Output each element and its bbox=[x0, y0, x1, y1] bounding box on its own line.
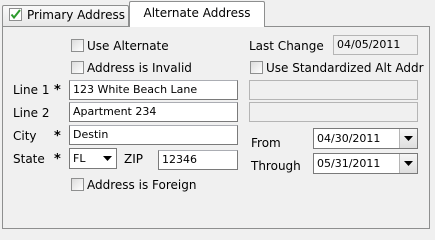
line1-label: Line 1 bbox=[13, 83, 50, 97]
from-label: From bbox=[251, 136, 281, 150]
state-required-marker: * bbox=[54, 152, 61, 167]
line1-input[interactable]: 123 White Beach Lane bbox=[69, 80, 238, 100]
state-dropdown-button[interactable] bbox=[99, 149, 116, 168]
tab-strip: Primary Address Alternate Address bbox=[0, 0, 435, 27]
chevron-down-icon bbox=[103, 156, 112, 161]
chevron-down-icon bbox=[404, 136, 413, 141]
state-label: State bbox=[13, 152, 45, 166]
tab-primary-address[interactable]: Primary Address bbox=[2, 5, 129, 27]
zip-input[interactable]: 12346 bbox=[158, 150, 238, 170]
through-dropdown-button[interactable] bbox=[399, 154, 417, 173]
through-label: Through bbox=[251, 159, 301, 173]
through-date-value: 05/31/2011 bbox=[317, 157, 381, 170]
alternate-address-panel: Use Alternate Last Change 04/05/2011 Add… bbox=[2, 26, 430, 229]
tab-alternate-address[interactable]: Alternate Address bbox=[129, 1, 265, 27]
from-dropdown-button[interactable] bbox=[399, 129, 417, 148]
std-line1-field bbox=[249, 80, 418, 100]
tab-alternate-address-label: Alternate Address bbox=[143, 6, 251, 20]
address-foreign-label: Address is Foreign bbox=[87, 178, 197, 192]
use-standardized-checkbox[interactable] bbox=[250, 61, 263, 74]
use-standardized-label: Use Standardized Alt Addr bbox=[266, 61, 424, 75]
from-date-picker[interactable]: 04/30/2011 bbox=[313, 128, 418, 149]
from-date-value: 04/30/2011 bbox=[317, 132, 381, 145]
city-required-marker: * bbox=[54, 129, 61, 144]
address-invalid-label: Address is Invalid bbox=[87, 61, 192, 75]
std-line2-field bbox=[249, 102, 418, 122]
last-change-field: 04/05/2011 bbox=[333, 35, 418, 55]
line2-label: Line 2 bbox=[13, 106, 50, 120]
zip-label: ZIP bbox=[124, 152, 143, 166]
state-select[interactable]: FL bbox=[69, 148, 117, 169]
city-label: City bbox=[13, 129, 37, 143]
address-foreign-checkbox[interactable] bbox=[71, 178, 84, 191]
line1-required-marker: * bbox=[54, 83, 61, 98]
use-alternate-label: Use Alternate bbox=[87, 39, 169, 53]
use-alternate-checkbox[interactable] bbox=[71, 39, 84, 52]
checkmark-icon bbox=[9, 8, 22, 21]
tab-primary-address-label: Primary Address bbox=[27, 8, 125, 22]
through-date-picker[interactable]: 05/31/2011 bbox=[313, 153, 418, 174]
chevron-down-icon bbox=[404, 161, 413, 166]
line2-input[interactable]: Apartment 234 bbox=[69, 102, 238, 122]
city-input[interactable]: Destin bbox=[69, 125, 238, 145]
last-change-label: Last Change bbox=[249, 39, 324, 53]
state-value: FL bbox=[73, 152, 86, 165]
address-invalid-checkbox[interactable] bbox=[71, 61, 84, 74]
